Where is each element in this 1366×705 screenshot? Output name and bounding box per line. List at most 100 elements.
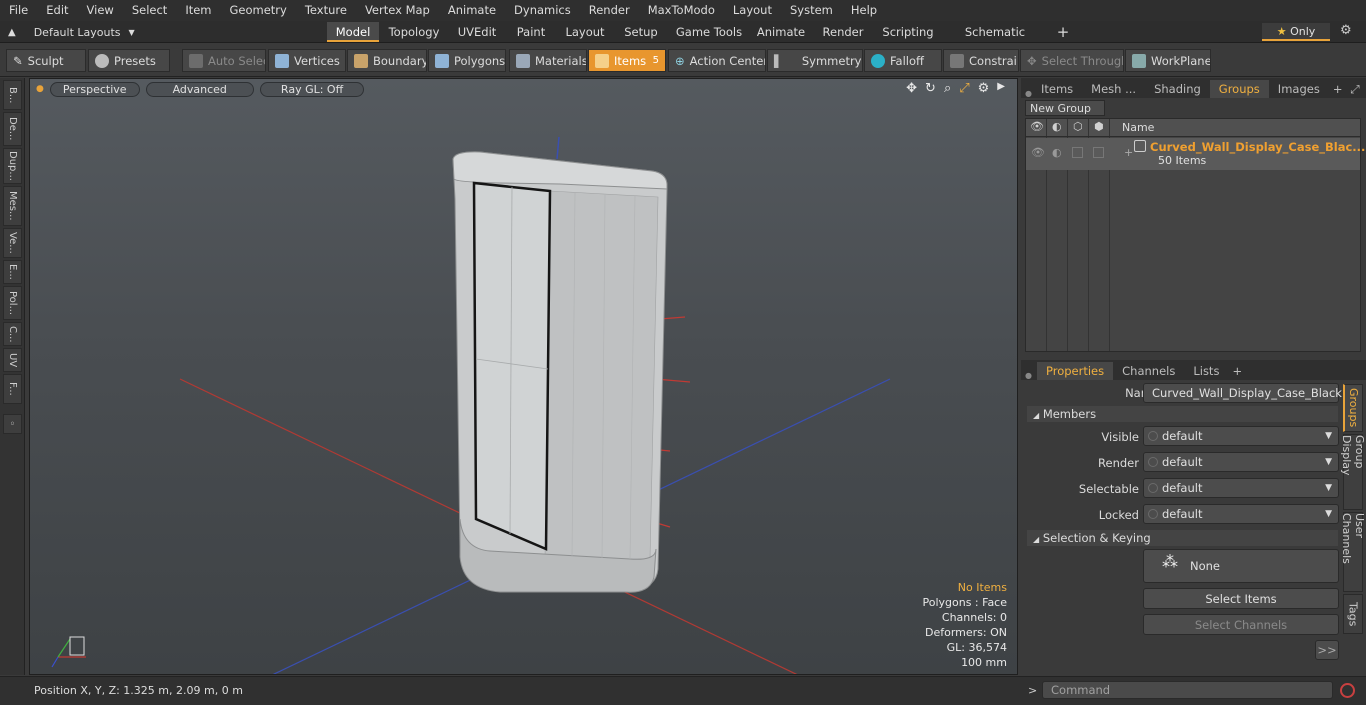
row-lock-checkbox[interactable] (1093, 147, 1104, 158)
3d-viewport[interactable]: ● Perspective Advanced Ray GL: Off ✥ ↻ ⌕… (29, 78, 1018, 675)
menu-dynamics[interactable]: Dynamics (505, 0, 580, 21)
menu-system[interactable]: System (781, 0, 842, 21)
left-tab-mesh[interactable]: Mes... (3, 186, 22, 226)
symmetry-button[interactable]: ▌ Symmetry (767, 49, 863, 72)
tab-channels[interactable]: Channels (1113, 362, 1184, 380)
boundary-button[interactable]: Boundary (347, 49, 427, 72)
tab-images[interactable]: Images (1269, 80, 1329, 98)
keying-none-button[interactable]: ⁂ None (1143, 549, 1339, 583)
side-tab-groups[interactable]: Groups (1343, 384, 1363, 432)
left-tab-curve[interactable]: C... (3, 322, 22, 346)
gear-icon[interactable]: ⚙ (1340, 23, 1352, 38)
record-icon[interactable] (1340, 683, 1355, 698)
panel-menu-icon[interactable]: ● (1021, 89, 1032, 98)
left-tab-duplicate[interactable]: Dup... (3, 148, 22, 184)
menu-maxtomodo[interactable]: MaxToModo (639, 0, 724, 21)
left-tab-deform[interactable]: De... (3, 112, 22, 146)
tab-groups[interactable]: Groups (1209, 80, 1269, 98)
tab-properties[interactable]: Properties (1037, 362, 1114, 380)
group-row[interactable]: 👁 ◐ + Curved_Wall_Display_Case_Blac... 5… (1026, 138, 1365, 170)
more-button[interactable]: >> (1315, 640, 1339, 660)
move-view-icon[interactable]: ✥ (906, 81, 917, 96)
menu-animate[interactable]: Animate (439, 0, 505, 21)
materials-button[interactable]: Materials (509, 49, 587, 72)
presets-button[interactable]: Presets (88, 49, 170, 72)
action-center-button[interactable]: ⊕ Action Center (668, 49, 766, 72)
left-tab-vertex[interactable]: Ve... (3, 228, 22, 258)
select-channels-button[interactable]: Select Channels (1143, 614, 1339, 635)
render-column-icon[interactable]: ◐ (1047, 119, 1068, 136)
name-field[interactable]: Curved_Wall_Display_Case_Black (3) (1143, 383, 1342, 419)
tab-game-tools[interactable]: Game Tools (672, 22, 746, 42)
left-tab-edge[interactable]: E... (3, 260, 22, 284)
visibility-column-icon[interactable]: 👁 (1026, 119, 1047, 136)
menu-edit[interactable]: Edit (37, 0, 77, 21)
menu-geometry[interactable]: Geometry (221, 0, 296, 21)
expand-icon[interactable]: + (1124, 146, 1133, 159)
maximize-view-icon[interactable]: ⤢ (959, 81, 969, 96)
row-eye-icon[interactable]: 👁 (1031, 146, 1045, 159)
members-section[interactable]: ◢ Members (1027, 406, 1338, 422)
tab-render[interactable]: Render (816, 22, 870, 42)
add-panel-tab-icon[interactable]: + (1329, 80, 1347, 98)
menu-help[interactable]: Help (842, 0, 886, 21)
selection-keying-section[interactable]: ◢ Selection & Keying (1027, 530, 1338, 546)
side-tab-tags[interactable]: Tags (1343, 594, 1363, 634)
side-tab-group-display[interactable]: Group Display (1340, 434, 1366, 510)
viewport-gear-icon[interactable]: ⚙ (978, 81, 990, 96)
vertices-button[interactable]: Vertices 1 (268, 49, 346, 72)
left-tab-polygon[interactable]: Pol... (3, 286, 22, 320)
auto-select-button[interactable]: Auto Select (182, 49, 266, 72)
items-button[interactable]: Items 5 (588, 49, 666, 72)
select-through-button[interactable]: ✥ Select Through (1020, 49, 1124, 72)
tab-animate[interactable]: Animate (754, 22, 808, 42)
zoom-view-icon[interactable]: ⌕ (944, 81, 951, 96)
tab-uvedit[interactable]: UVEdit (452, 22, 502, 42)
menu-file[interactable]: File (0, 0, 37, 21)
shading-dropdown[interactable]: Advanced (145, 81, 254, 97)
command-input[interactable]: Command (1042, 681, 1333, 699)
menu-render[interactable]: Render (580, 0, 639, 21)
raygl-dropdown[interactable]: Ray GL: Off (259, 81, 365, 97)
tab-items[interactable]: Items (1032, 80, 1082, 98)
falloff-button[interactable]: Falloff (864, 49, 942, 72)
left-tab-basic[interactable]: B... (3, 80, 22, 110)
new-group-button[interactable]: New Group (1025, 100, 1105, 116)
polygons-button[interactable]: Polygons (428, 49, 506, 72)
rotate-view-icon[interactable]: ↻ (925, 81, 936, 96)
expand-arrow-icon[interactable]: ▶ (997, 81, 1005, 96)
tab-scripting[interactable]: Scripting (878, 22, 938, 42)
menu-view[interactable]: View (78, 0, 123, 21)
add-properties-tab-icon[interactable]: + (1228, 362, 1246, 380)
row-render-icon[interactable]: ◐ (1052, 146, 1062, 159)
tab-paint[interactable]: Paint (510, 22, 552, 42)
menu-texture[interactable]: Texture (296, 0, 356, 21)
properties-menu-icon[interactable]: ● (1021, 371, 1037, 380)
left-tab-fusion[interactable]: F... (3, 374, 22, 404)
menu-layout[interactable]: Layout (724, 0, 781, 21)
view-mode-dropdown[interactable]: Perspective (49, 81, 140, 97)
name-column-header[interactable]: Name (1122, 121, 1154, 134)
locked-dropdown[interactable]: default ▼ (1143, 504, 1339, 524)
add-tab-icon[interactable]: + (1052, 22, 1074, 42)
tab-mesh[interactable]: Mesh ... (1082, 80, 1145, 98)
menu-select[interactable]: Select (123, 0, 176, 21)
tab-topology[interactable]: Topology (384, 22, 444, 42)
menu-vertex-map[interactable]: Vertex Map (356, 0, 439, 21)
side-tab-user-channels[interactable]: User Channels (1340, 512, 1366, 592)
tab-setup[interactable]: Setup (618, 22, 664, 42)
only-toggle[interactable]: ★ Only (1262, 23, 1330, 41)
left-tab-expand-icon[interactable]: ◦ (3, 414, 22, 434)
visible-dropdown[interactable]: default ▼ (1143, 426, 1339, 446)
tab-shading[interactable]: Shading (1145, 80, 1210, 98)
panel-expand-icon[interactable]: ⤢ (1346, 80, 1363, 98)
select-column-icon[interactable]: ⬡ (1068, 119, 1089, 136)
constraints-button[interactable]: Constrai... (943, 49, 1019, 72)
sculpt-button[interactable]: ✎ Sculpt (6, 49, 86, 72)
tab-model[interactable]: Model (327, 22, 379, 42)
tab-lists[interactable]: Lists (1184, 362, 1228, 380)
selectable-dropdown[interactable]: default ▼ (1143, 478, 1339, 498)
left-tab-uv[interactable]: UV (3, 348, 22, 372)
row-select-checkbox[interactable] (1072, 147, 1083, 158)
default-layouts-dropdown[interactable]: ▲ Default Layouts ▼ (8, 21, 135, 43)
